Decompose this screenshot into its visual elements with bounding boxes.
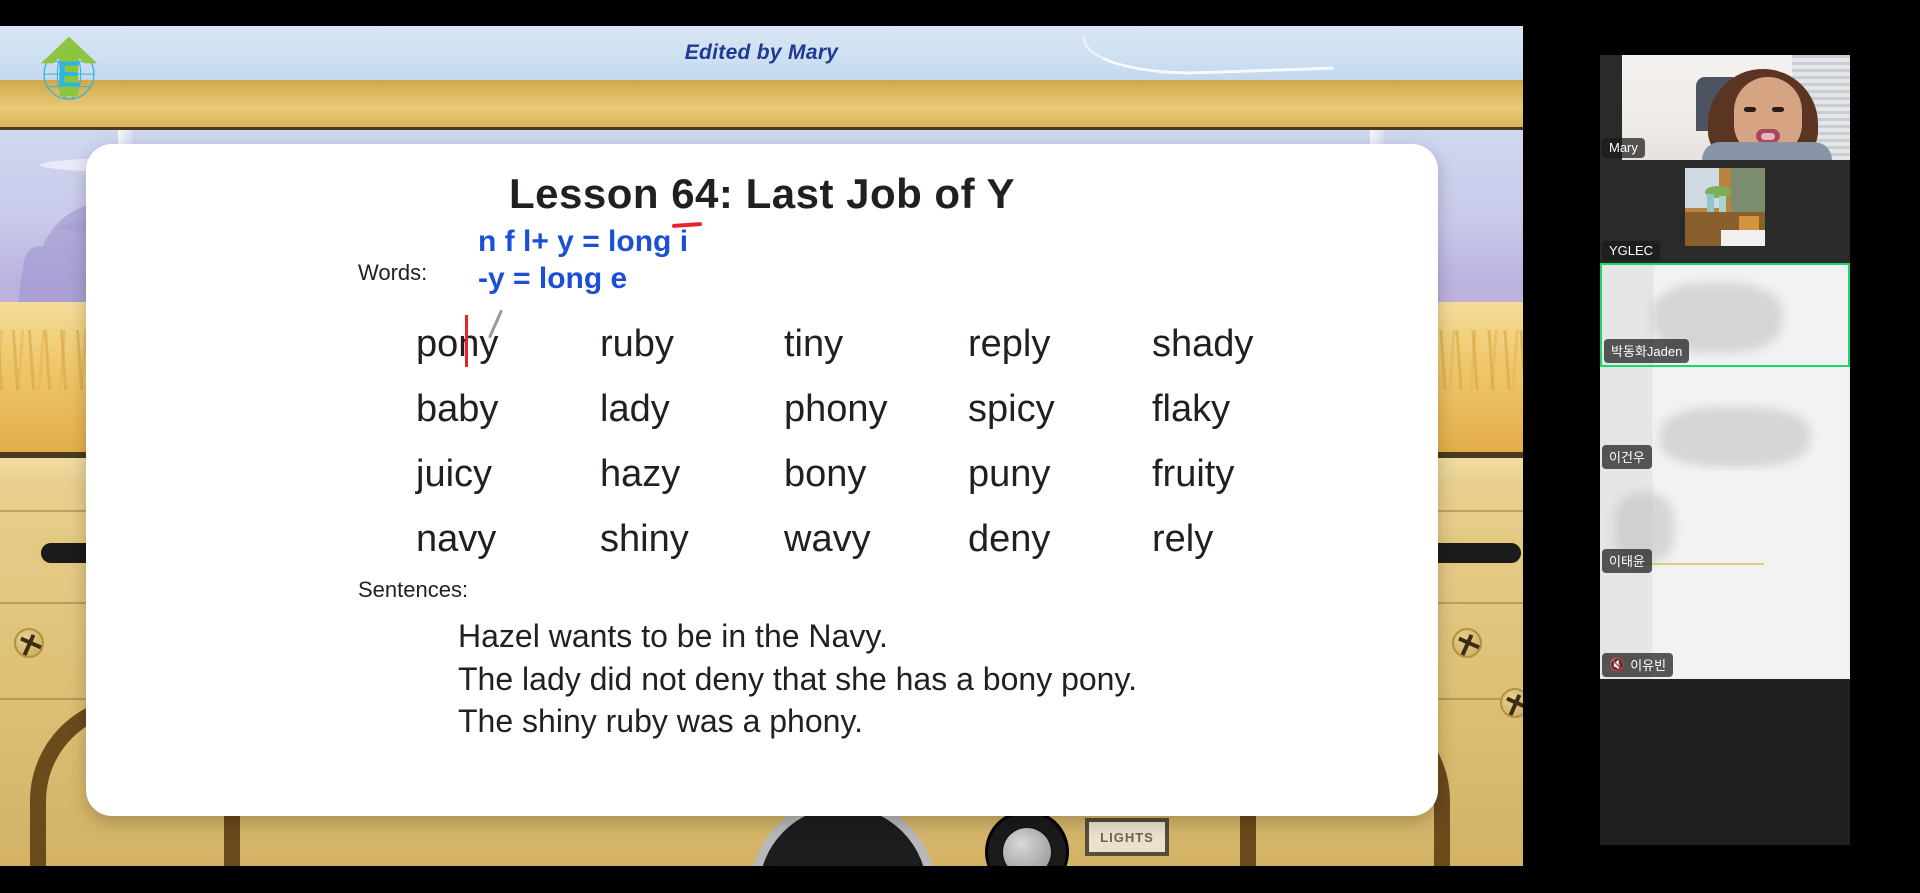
word-cell[interactable]: spicy [968,388,1152,431]
bus-top-band [0,80,1523,130]
word-cell[interactable]: puny [968,453,1152,496]
word-cell[interactable]: baby [416,388,600,431]
word-cell[interactable]: pony [416,315,600,368]
participant-tile-geonwoo[interactable]: 이건우 [1600,367,1850,471]
word-cell[interactable]: ruby [600,323,784,366]
participant-tile-mary[interactable]: Mary [1600,55,1850,160]
participant-name: 이태윤 [1609,554,1645,569]
shared-screen[interactable]: LIGHTS Edited by Mary E Lesson 64: Last … [0,26,1523,866]
participant-name: 박동화Jaden [1611,344,1683,359]
participant-name-badge: 박동화Jaden [1604,339,1690,363]
words-label: Words: [358,260,428,285]
sentence-item[interactable]: The shiny ruby was a phony. [458,700,1438,743]
sentence-list: Hazel wants to be in the Navy. The lady … [458,615,1438,743]
slide-header: Edited by Mary [0,26,1523,80]
word-cell[interactable]: flaky [1152,388,1336,431]
phonics-rule-block: n f l+ y = long i Words: -y = long e [86,221,1438,298]
participant-name-badge: Mary [1602,138,1645,158]
globe-arrow-logo: E [40,36,98,100]
participant-name-badge: 이건우 [1602,445,1652,469]
svg-text:E: E [57,55,81,95]
word-cell[interactable]: wavy [784,518,968,561]
phonics-rule-2-text: -y = long e [478,261,628,295]
word-cell[interactable]: lady [600,388,784,431]
word-cell[interactable]: deny [968,518,1152,561]
word-cell[interactable]: hazy [600,453,784,496]
word-cell[interactable]: tiny [784,323,968,366]
word-cell[interactable]: shiny [600,518,784,561]
word-cell[interactable]: shady [1152,323,1336,366]
word-cell[interactable]: bony [784,453,968,496]
participant-name-badge: YGLEC [1602,241,1661,261]
lesson-slide-card: Lesson 64: Last Job of Y n f l+ y = long… [86,144,1438,816]
webcam-feed [1622,55,1850,160]
word-cell[interactable]: fruity [1152,453,1336,496]
participant-name: Mary [1609,140,1638,155]
lesson-title: Lesson 64: Last Job of Y [508,170,1015,217]
phonics-rule-1-text: n f l+ y = long i [478,225,689,258]
dashboard-placard: LIGHTS [1085,818,1169,856]
word-cell[interactable]: navy [416,518,600,561]
participant-video-strip[interactable]: Mary YGLEC 박동화Jaden 이건우 이태윤 🔇 이유빈 [1600,55,1850,845]
word-grid: pony ruby tiny reply shady baby lady pho… [416,315,1336,561]
participant-name-badge: 🔇 이유빈 [1602,653,1674,677]
word-cell[interactable]: juicy [416,453,600,496]
participant-tile-jaden[interactable]: 박동화Jaden [1600,263,1850,367]
edited-by-label: Edited by Mary [684,41,839,64]
participant-tile-yubin[interactable]: 🔇 이유빈 [1600,575,1850,679]
participant-tile-yglec[interactable]: YGLEC [1600,160,1850,263]
header-swoosh-decoration [1082,27,1334,79]
phonics-rule-1: n f l+ y = long i [478,224,1438,261]
participant-name-badge: 이태윤 [1602,549,1652,573]
participant-name: 이건우 [1609,450,1645,465]
participant-name: YGLEC [1609,243,1654,258]
participant-name: 이유빈 [1630,658,1667,673]
sentence-item[interactable]: Hazel wants to be in the Navy. [458,615,1438,658]
sentence-item[interactable]: The lady did not deny that she has a bon… [458,658,1438,701]
dashboard-knob-icon [985,810,1069,866]
word-cell[interactable]: reply [968,323,1152,366]
phonics-rule-2: -y = long e [478,261,1438,298]
participant-tile-taeyun[interactable]: 이태윤 [1600,471,1850,575]
shared-photo-thumbnail [1685,168,1765,246]
app-window: LIGHTS Edited by Mary E Lesson 64: Last … [0,0,1920,893]
word-cell[interactable]: phony [784,388,968,431]
word-cell[interactable]: rely [1152,518,1336,561]
sentences-label: Sentences: [358,577,469,603]
mic-muted-icon: 🔇 [1609,656,1626,672]
